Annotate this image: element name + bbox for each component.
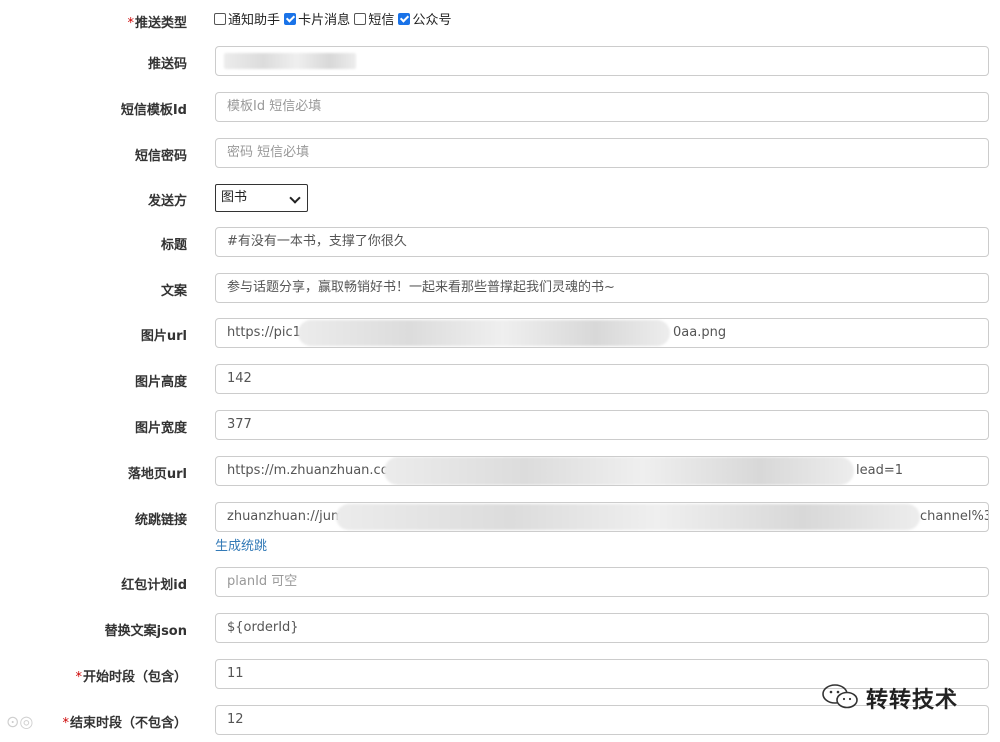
push-code-input[interactable] <box>215 46 989 76</box>
checkbox-box[interactable] <box>284 13 297 25</box>
chevron-down-icon <box>289 192 301 204</box>
sms-template-label: 短信模板Id <box>120 103 187 118</box>
checkbox-box[interactable] <box>354 13 367 25</box>
copy-label: 文案 <box>160 284 187 299</box>
redacted-value <box>384 457 854 485</box>
landing-url-label: 落地页url <box>127 467 187 482</box>
push-type-label: *推送类型 <box>127 16 187 31</box>
push-type-checkboxes: 通知助手 卡片消息 短信 公众号 <box>214 9 451 28</box>
checkbox-box[interactable] <box>214 13 226 25</box>
wechat-icon <box>822 684 858 709</box>
title-input[interactable]: #有没有一本书，支撑了你很久 <box>215 227 989 257</box>
checkbox-notify-assistant[interactable]: 通知助手 <box>214 13 280 28</box>
red-packet-label: 红包计划id <box>121 578 187 593</box>
copy-input[interactable]: 参与话题分享，赢取畅销好书！一起来看那些普撑起我们灵魂的书~ <box>215 273 989 303</box>
redacted-value <box>336 504 920 530</box>
checkbox-official-account[interactable]: 公众号 <box>398 13 451 28</box>
image-width-input[interactable]: 377 <box>215 410 989 440</box>
unified-link-input[interactable]: zhuanzhuan://jump channel%3 <box>215 502 989 532</box>
image-height-label: 图片高度 <box>134 375 187 390</box>
landing-url-input[interactable]: https://m.zhuanzhuan.com lead=1 <box>215 456 989 486</box>
sender-value: 图书 <box>221 190 248 205</box>
checkbox-card-message[interactable]: 卡片消息 <box>284 13 350 28</box>
image-url-label: 图片url <box>140 329 187 344</box>
value-prefix: zhuanzhuan://jump <box>227 509 352 524</box>
value-suffix: lead=1 <box>856 463 903 478</box>
unified-link-label: 统跳链接 <box>134 513 187 528</box>
title-label: 标题 <box>160 238 187 253</box>
red-packet-input[interactable]: planId 可空 <box>215 567 989 597</box>
checkbox-sms[interactable]: 短信 <box>354 13 394 28</box>
end-period-label: *结束时段（不包含） <box>62 716 187 731</box>
generate-link-button[interactable]: 生成统跳 <box>215 535 267 554</box>
value-suffix: channel%3 <box>920 509 989 524</box>
replace-json-label: 替换文案json <box>104 624 187 639</box>
checkbox-box[interactable] <box>398 13 411 25</box>
image-url-input[interactable]: https://pic1.z 0aa.png <box>215 318 989 348</box>
sender-label: 发送方 <box>147 194 187 209</box>
sms-password-label: 短信密码 <box>134 149 187 164</box>
image-width-label: 图片宽度 <box>134 421 187 436</box>
sms-template-input[interactable]: 模板Id 短信必填 <box>215 92 989 122</box>
redacted-value <box>298 320 670 346</box>
watermark-text: 转转技术 <box>866 688 959 713</box>
value-suffix: 0aa.png <box>673 325 727 340</box>
redacted-value <box>224 53 356 69</box>
image-height-input[interactable]: 142 <box>215 364 989 394</box>
start-period-label: *开始时段（包含） <box>75 670 187 685</box>
replace-json-input[interactable]: ${orderId} <box>215 613 989 643</box>
watermark-logo-icon: ⊙◎ <box>6 712 34 731</box>
push-code-label: 推送码 <box>147 57 187 72</box>
sms-password-input[interactable]: 密码 短信必填 <box>215 138 989 168</box>
sender-select[interactable]: 图书 <box>215 184 308 212</box>
value-prefix: https://m.zhuanzhuan.com <box>227 463 402 478</box>
